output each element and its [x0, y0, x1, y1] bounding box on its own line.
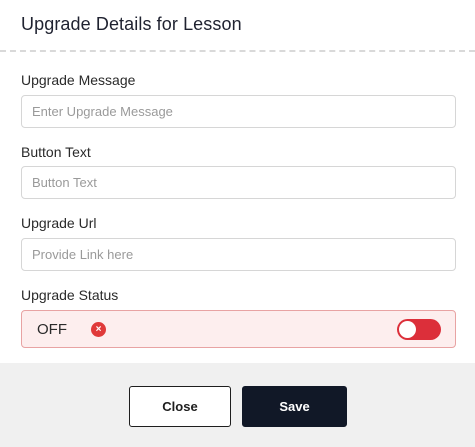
upgrade-url-input[interactable] [21, 238, 456, 271]
save-button[interactable]: Save [242, 386, 347, 427]
modal-title: Upgrade Details for Lesson [21, 14, 242, 34]
modal-footer: Close Save [0, 363, 475, 447]
modal-header: Upgrade Details for Lesson [0, 0, 475, 52]
upgrade-status-box: OFF × [21, 310, 456, 348]
upgrade-status-label: Upgrade Status [21, 287, 119, 303]
button-text-label: Button Text [21, 144, 91, 160]
status-value-text: OFF [37, 321, 67, 338]
button-text-input[interactable] [21, 166, 456, 199]
close-button[interactable]: Close [129, 386, 231, 427]
upgrade-message-label: Upgrade Message [21, 72, 136, 88]
upgrade-url-label: Upgrade Url [21, 215, 97, 231]
upgrade-message-input[interactable] [21, 95, 456, 128]
upgrade-status-toggle[interactable] [397, 319, 441, 340]
toggle-knob [399, 321, 416, 338]
close-circle-icon: × [91, 322, 106, 337]
upgrade-details-modal: Upgrade Details for Lesson Upgrade Messa… [0, 0, 475, 447]
